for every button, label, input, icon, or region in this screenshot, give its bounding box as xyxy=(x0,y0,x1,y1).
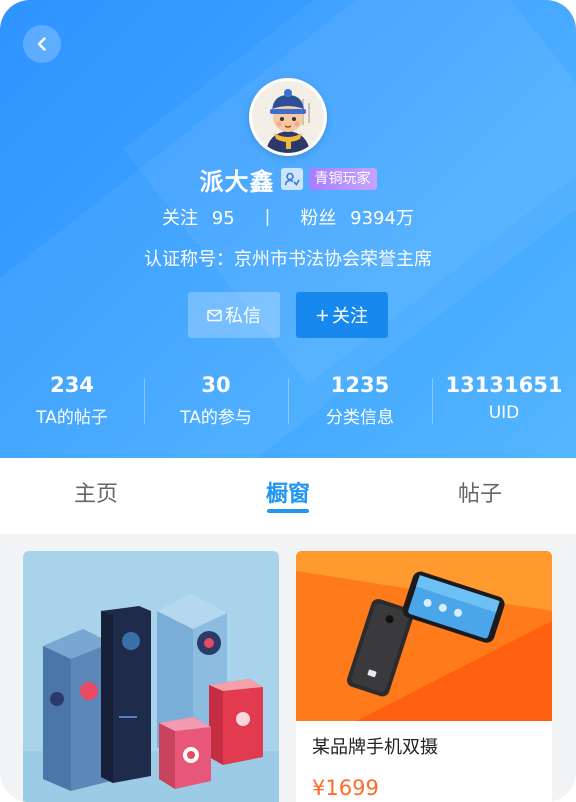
product-image-phone xyxy=(296,551,552,721)
level-badge: 青铜玩家 xyxy=(308,168,377,190)
stat-label: TA的帖子 xyxy=(36,408,108,428)
tab-showcase[interactable]: 橱窗 xyxy=(192,458,384,534)
product-image-packaging xyxy=(23,551,279,802)
stat-label: TA的参与 xyxy=(180,408,252,428)
tab-label: 橱窗 xyxy=(265,482,310,507)
verified-person-icon xyxy=(280,168,303,190)
stat-classified[interactable]: 1235 分类信息 xyxy=(288,370,432,436)
profile-screen: 派大鑫 青铜玩家 关注 95 | 粉丝 9394万 认证称号：京州市书法协会荣誉… xyxy=(0,0,576,802)
tab-home[interactable]: 主页 xyxy=(0,458,192,534)
stat-value: 13131651 xyxy=(445,373,563,397)
profile-stats: 234 TA的帖子 30 TA的参与 1235 分类信息 13131651 UI… xyxy=(0,370,576,436)
tab-posts[interactable]: 帖子 xyxy=(384,458,576,534)
follow-stats-row: 关注 95 | 粉丝 9394万 xyxy=(0,203,576,231)
plus-icon xyxy=(317,309,328,321)
stat-value: 1235 xyxy=(330,373,390,397)
tab-bar: 主页 橱窗 帖子 xyxy=(0,458,576,534)
stat-label: UID xyxy=(488,403,520,423)
stat-value: 234 xyxy=(50,373,94,397)
product-title: 某品牌手机双摄 xyxy=(312,737,438,758)
fans-link[interactable]: 粉丝 9394万 xyxy=(300,204,414,230)
fans-label: 粉丝 xyxy=(300,208,337,229)
message-button-label: 私信 xyxy=(225,306,261,327)
stat-label: 分类信息 xyxy=(326,408,394,428)
chevron-left-icon xyxy=(37,37,46,51)
following-label: 关注 xyxy=(162,208,199,229)
follow-button[interactable]: 关注 xyxy=(296,292,388,338)
following-link[interactable]: 关注 95 xyxy=(162,204,235,230)
back-button[interactable] xyxy=(23,25,61,63)
tab-label: 主页 xyxy=(73,482,118,507)
stat-value: 30 xyxy=(201,373,231,397)
following-count: 95 xyxy=(211,208,235,229)
user-name: 派大鑫 xyxy=(199,167,275,196)
avatar[interactable] xyxy=(249,78,327,156)
stat-posts[interactable]: 234 TA的帖子 xyxy=(0,370,144,436)
fans-count: 9394万 xyxy=(350,208,414,229)
profile-header: 派大鑫 青铜玩家 关注 95 | 粉丝 9394万 认证称号：京州市书法协会荣誉… xyxy=(0,0,576,458)
name-row: 派大鑫 青铜玩家 xyxy=(0,162,576,196)
product-card[interactable]: 某品牌手机双摄 ¥1699 xyxy=(296,551,552,802)
product-price: ¥1699 xyxy=(312,776,379,800)
mail-icon xyxy=(207,309,222,321)
avatar-image xyxy=(252,81,324,153)
follow-button-label: 关注 xyxy=(332,306,368,327)
message-button[interactable]: 私信 xyxy=(188,292,280,338)
stat-uid: 13131651 UID xyxy=(432,370,576,436)
active-tab-indicator xyxy=(267,509,309,513)
tab-label: 帖子 xyxy=(457,482,502,507)
product-card[interactable] xyxy=(23,551,279,802)
certification-text: 认证称号：京州市书法协会荣誉主席 xyxy=(144,249,432,270)
stat-participation[interactable]: 30 TA的参与 xyxy=(144,370,288,436)
stats-separator: | xyxy=(264,207,271,227)
